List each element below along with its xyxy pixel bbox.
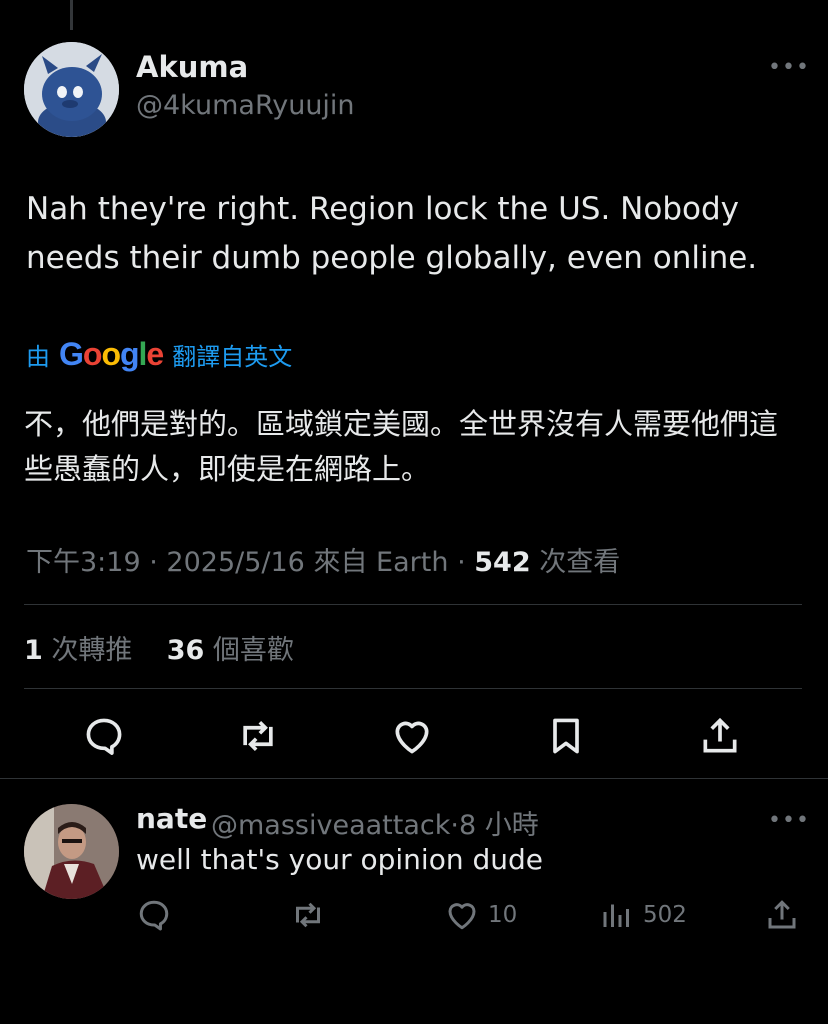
repost-icon[interactable] <box>236 714 280 758</box>
reply-time[interactable]: 8 小時 <box>459 810 539 841</box>
google-logo-letter: o <box>101 335 121 372</box>
translation-attribution[interactable]: 由 Google 翻譯自英文 <box>26 334 292 374</box>
reply-text: well that's your opinion dude <box>136 843 543 876</box>
reposts-label: 次轉推 <box>51 635 133 666</box>
tweet-location: 來自 Earth <box>313 547 449 578</box>
author-handle[interactable]: @4kumaRyuujin <box>136 90 355 121</box>
translated-by-label: 由 <box>26 342 50 371</box>
meta-separator: · <box>450 810 459 841</box>
google-logo-letter: G <box>59 335 84 372</box>
tweet-time[interactable]: 下午3:19 <box>26 547 141 578</box>
author-display-name[interactable]: Akuma <box>136 50 248 84</box>
reply-views-icon[interactable] <box>599 897 635 933</box>
engagement-stats: 1 次轉推 36 個喜歡 <box>24 628 294 667</box>
google-logo: Google <box>59 335 164 373</box>
google-logo-letter: g <box>119 335 140 372</box>
tweet-text: Nah they're right. Region lock the US. N… <box>26 191 758 276</box>
views-count: 542 <box>474 547 531 578</box>
bookmark-icon[interactable] <box>544 714 588 758</box>
views-label: 次查看 <box>539 547 621 578</box>
tweet-date[interactable]: 2025/5/16 <box>166 547 304 578</box>
reply-avatar-image <box>24 804 119 899</box>
reply-meta: @massiveaattack·8 小時 <box>211 803 539 842</box>
reply-more-options-icon[interactable]: ••• <box>768 808 810 833</box>
reply-share-icon[interactable] <box>764 897 800 933</box>
reply-views-count: 502 <box>643 902 687 928</box>
reply-repost-icon[interactable] <box>290 897 326 933</box>
translated-from-english-label: 翻譯自英文 <box>172 342 293 371</box>
reply-display-name[interactable]: nate <box>136 802 207 835</box>
reply-avatar[interactable] <box>24 804 119 899</box>
likes-count: 36 <box>166 635 205 666</box>
reposts-stat[interactable]: 1 次轉推 <box>24 635 132 666</box>
likes-label: 個喜歡 <box>212 635 294 666</box>
share-icon[interactable] <box>698 714 742 758</box>
thread-connector-line <box>70 0 73 30</box>
reply-like-icon[interactable] <box>444 897 480 933</box>
reply-reply-icon[interactable] <box>136 897 172 933</box>
reply-icon[interactable] <box>82 714 126 758</box>
translated-tweet-text: 不，他們是對的。區域鎖定美國。全世界沒有人需要他們這些愚蠢的人，即使是在網路上。 <box>24 407 779 486</box>
like-icon[interactable] <box>390 714 434 758</box>
reply-handle[interactable]: @massiveaattack <box>211 810 450 841</box>
divider <box>24 604 802 605</box>
google-logo-letter: o <box>82 335 103 372</box>
tweet-meta: 下午3:19 · 2025/5/16 來自 Earth · 542 次查看 <box>26 540 620 579</box>
reposts-count: 1 <box>24 635 43 666</box>
google-logo-letter: e <box>146 335 164 372</box>
divider <box>0 778 828 779</box>
avatar-image <box>24 42 119 137</box>
likes-stat[interactable]: 36 個喜歡 <box>167 635 294 666</box>
avatar[interactable] <box>24 42 119 137</box>
meta-separator: · <box>149 547 158 578</box>
divider <box>24 688 802 689</box>
more-options-icon[interactable]: ••• <box>768 55 810 80</box>
reply-likes-count: 10 <box>488 902 518 928</box>
meta-separator: · <box>457 547 466 578</box>
